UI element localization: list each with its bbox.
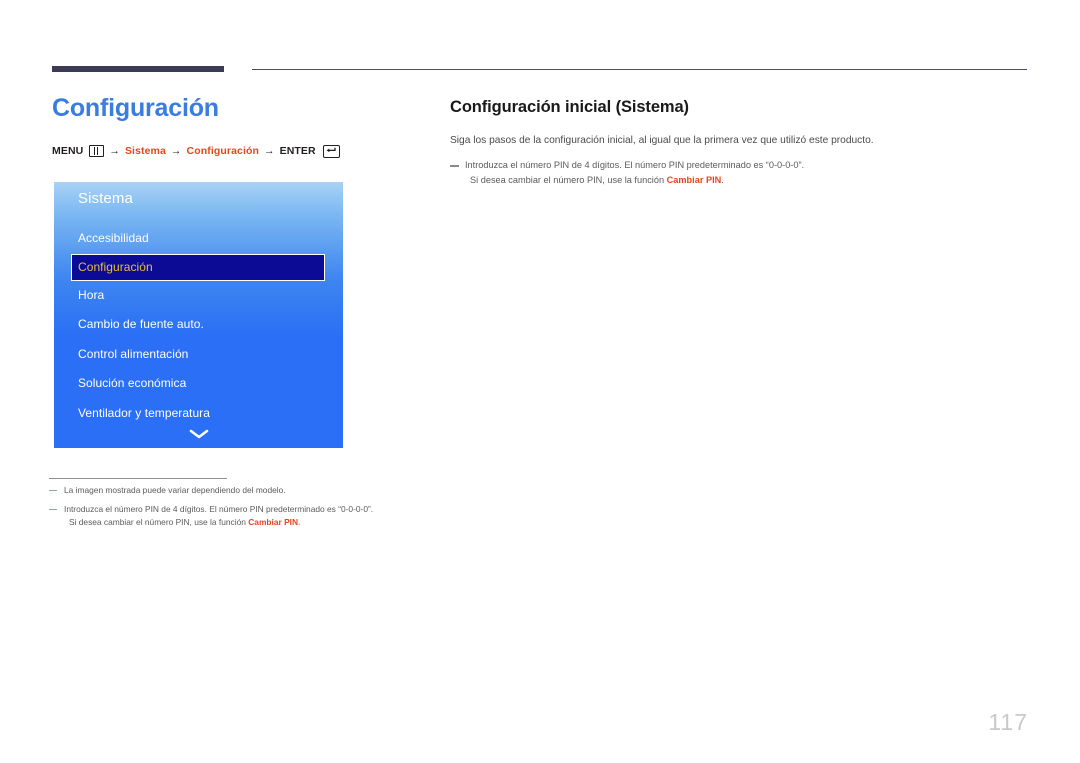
section-note-list: Introduzca el número PIN de 4 dígitos. E… (450, 158, 1030, 187)
breadcrumb-arrow-2: → (170, 145, 182, 158)
osd-item-cambio-de-fuente-auto[interactable]: Cambio de fuente auto. (54, 310, 343, 340)
chevron-down-icon (189, 429, 208, 439)
footnote-dash-icon (49, 509, 57, 511)
breadcrumb-item-configuracion: Configuración (186, 145, 259, 158)
osd-item-ventilador-y-temperatura[interactable]: Ventilador y temperatura (54, 399, 343, 429)
footnote-1: La imagen mostrada puede variar dependie… (49, 484, 419, 497)
menu-grid-icon (89, 145, 105, 158)
breadcrumb: MENU → Sistema → Configuración → ENTER (52, 144, 412, 158)
page-number: 117 (988, 709, 1028, 735)
footnote-2-line-2-prefix: Si desea cambiar el número PIN, use la f… (69, 517, 249, 528)
section-note-1-line-2-prefix: Si desea cambiar el número PIN, use la f… (470, 175, 667, 186)
footnote-2-line-2-suffix: . (298, 517, 301, 528)
breadcrumb-enter-label: ENTER (279, 145, 316, 158)
section-note-link-cambiar-pin: Cambiar PIN (666, 175, 722, 186)
osd-scroll-down[interactable] (54, 428, 343, 440)
footnote-dash-icon (49, 490, 57, 492)
breadcrumb-arrow-3: → (264, 145, 275, 158)
osd-panel-title: Sistema (78, 190, 133, 207)
header-rule-thick (52, 66, 224, 72)
osd-item-configuracion[interactable]: Configuración (71, 253, 325, 281)
breadcrumb-menu-label: MENU (52, 145, 84, 158)
tv-osd-panel: Sistema Accesibilidad Configuración Hora… (54, 182, 343, 448)
left-column: Configuración MENU → Sistema → Configura… (52, 94, 412, 158)
note-dash-icon (450, 165, 459, 167)
osd-item-control-alimentacion[interactable]: Control alimentación (54, 340, 343, 370)
right-column: Configuración inicial (Sistema) Siga los… (450, 98, 1030, 188)
section-note-1: Introduzca el número PIN de 4 dígitos. E… (450, 158, 1030, 187)
osd-item-accesibilidad[interactable]: Accesibilidad (54, 224, 343, 254)
header-rule-thin (252, 69, 1027, 70)
footnote-divider (49, 478, 227, 479)
osd-item-solucion-economica[interactable]: Solución económica (54, 369, 343, 399)
footnote-2-line-1: Introduzca el número PIN de 4 dígitos. E… (64, 504, 374, 515)
osd-item-hora[interactable]: Hora (54, 281, 343, 311)
section-title: Configuración inicial (Sistema) (450, 98, 689, 116)
page-title: Configuración (52, 94, 219, 122)
footnote-2-link-cambiar-pin: Cambiar PIN (248, 517, 299, 528)
footnote-list: La imagen mostrada puede variar dependie… (49, 484, 419, 529)
footnote-2-line-2: Si desea cambiar el número PIN, use la f… (64, 516, 419, 529)
section-note-1-line-2: Si desea cambiar el número PIN, use la f… (465, 173, 1030, 188)
section-lead-text: Siga los pasos de la configuración inici… (450, 135, 874, 146)
section-note-1-line-2-suffix: . (721, 175, 724, 186)
osd-menu-list: Accesibilidad Configuración Hora Cambio … (54, 224, 343, 428)
breadcrumb-item-sistema: Sistema (124, 145, 166, 158)
section-note-1-line-1: Introduzca el número PIN de 4 dígitos. E… (465, 160, 805, 171)
enter-return-icon (322, 144, 340, 158)
footnote-1-line-1: La imagen mostrada puede variar dependie… (64, 485, 286, 495)
footnote-2: Introduzca el número PIN de 4 dígitos. E… (49, 503, 419, 529)
breadcrumb-arrow-1: → (109, 145, 120, 158)
